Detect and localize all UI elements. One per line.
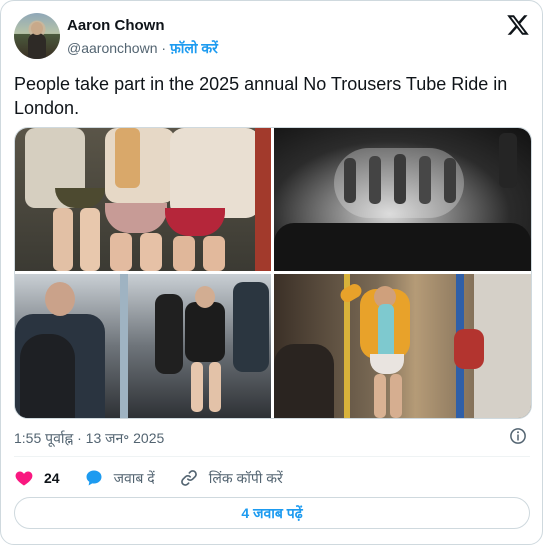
meta-separator: · (77, 430, 82, 446)
x-logo-icon[interactable] (505, 13, 531, 37)
like-button[interactable]: 24 (14, 468, 60, 488)
media-grid[interactable] (14, 127, 532, 419)
copy-link-label: लिंक कॉपी करें (208, 469, 283, 486)
follow-button[interactable]: फ़ॉलो करें (170, 40, 218, 56)
tweet-date: 13 जन॰ 2025 (85, 430, 165, 446)
heart-icon (15, 471, 33, 486)
tweet-text: People take part in the 2025 annual No T… (14, 74, 508, 118)
link-icon (180, 470, 197, 486)
photo-2[interactable] (274, 128, 531, 271)
handle-separator: · (161, 40, 167, 56)
reply-button[interactable]: जवाब दें (84, 468, 155, 488)
read-replies-button[interactable]: 4 जवाब पढ़ें (14, 497, 530, 529)
photo-3[interactable] (15, 274, 271, 418)
author-name[interactable]: Aaron Chown (67, 17, 165, 34)
tweet-time: 1:55 पूर्वाह्न (14, 430, 74, 446)
action-bar: 24 जवाब दें लिंक कॉपी करें (14, 467, 307, 489)
info-icon[interactable] (509, 427, 527, 445)
author-handle[interactable]: @aaronchown (67, 40, 158, 56)
speech-bubble-icon (86, 470, 102, 486)
photo-1[interactable] (15, 128, 271, 271)
tweet-card[interactable]: Aaron Chown @aaronchown · फ़ॉलो करें Peo… (0, 0, 543, 545)
avatar-figure-head (31, 22, 43, 35)
avatar-figure-body (28, 33, 46, 59)
like-count: 24 (44, 470, 60, 486)
author-handle-row: @aaronchown · फ़ॉलो करें (67, 39, 218, 58)
author-avatar[interactable] (14, 13, 60, 59)
divider (14, 456, 530, 457)
tweet-timestamp[interactable]: 1:55 पूर्वाह्न · 13 जन॰ 2025 (14, 429, 164, 448)
photo-4[interactable] (274, 274, 531, 418)
copy-link-button[interactable]: लिंक कॉपी करें (179, 468, 283, 488)
reply-label: जवाब दें (113, 469, 155, 486)
